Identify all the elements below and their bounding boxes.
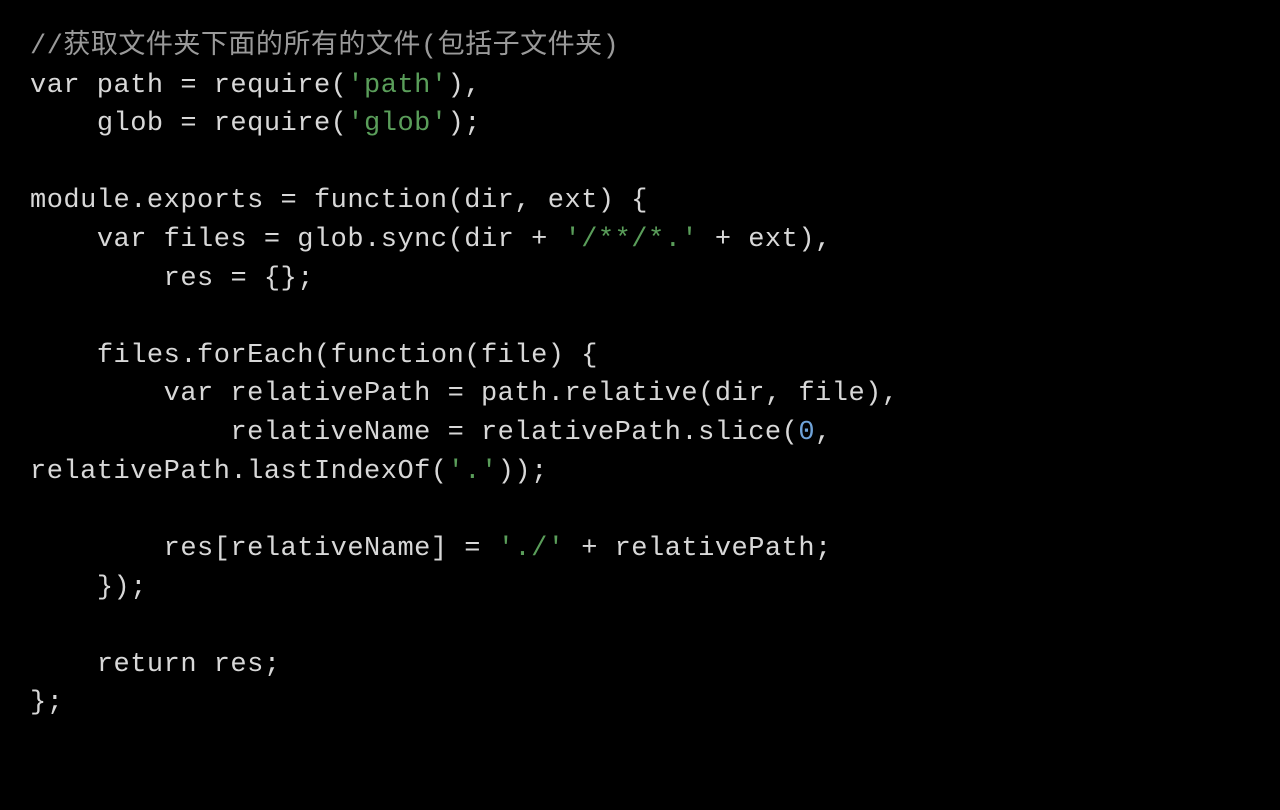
code-token: ( bbox=[448, 225, 465, 255]
code-token: sync bbox=[381, 225, 448, 255]
code-token: = bbox=[448, 379, 465, 409]
code-token: . bbox=[364, 225, 381, 255]
code-token: = bbox=[180, 109, 197, 139]
code-token: ), bbox=[448, 71, 481, 101]
code-token: glob bbox=[30, 109, 180, 139]
code-token: return bbox=[97, 650, 197, 680]
code-token: relativePath bbox=[30, 457, 230, 487]
code-token: )); bbox=[498, 457, 548, 487]
code-token: ) { bbox=[548, 341, 598, 371]
code-token: relativeName bbox=[30, 418, 448, 448]
code-token: 'path' bbox=[347, 71, 447, 101]
code-token: res bbox=[30, 264, 230, 294]
code-token: {}; bbox=[247, 264, 314, 294]
code-token: . bbox=[681, 418, 698, 448]
code-token: function bbox=[331, 341, 465, 371]
code-token: }); bbox=[30, 573, 147, 603]
code-token: ext bbox=[748, 225, 798, 255]
code-token: ) { bbox=[598, 186, 648, 216]
code-token: relative bbox=[565, 379, 699, 409]
code-token: = bbox=[230, 264, 247, 294]
code-token: path bbox=[80, 71, 180, 101]
code-token: ( bbox=[331, 109, 348, 139]
code-token bbox=[197, 109, 214, 139]
code-token: dir bbox=[464, 225, 514, 255]
code-token bbox=[464, 418, 481, 448]
code-token: , bbox=[514, 186, 547, 216]
code-token: }; bbox=[30, 688, 63, 718]
code-token: file bbox=[798, 379, 865, 409]
code-token: + bbox=[698, 225, 748, 255]
code-token: 'glob' bbox=[347, 109, 447, 139]
code-token: forEach bbox=[197, 341, 314, 371]
code-token: dir bbox=[715, 379, 765, 409]
code-token: slice bbox=[698, 418, 782, 448]
code-token: '.' bbox=[448, 457, 498, 487]
code-token: ( bbox=[331, 71, 348, 101]
code-token: files bbox=[97, 341, 181, 371]
code-token: relativeName bbox=[230, 534, 430, 564]
code-token bbox=[481, 534, 498, 564]
code-token: files bbox=[147, 225, 264, 255]
code-token: + bbox=[514, 225, 564, 255]
code-token: . bbox=[230, 457, 247, 487]
code-token: path bbox=[481, 379, 548, 409]
code-token: = bbox=[180, 71, 197, 101]
code-token bbox=[30, 341, 97, 371]
code-token: lastIndexOf bbox=[247, 457, 431, 487]
code-token: exports bbox=[147, 186, 264, 216]
code-token: ( bbox=[698, 379, 715, 409]
code-token: var bbox=[30, 71, 80, 101]
code-token: + bbox=[565, 534, 615, 564]
code-token: relativePath bbox=[214, 379, 448, 409]
code-token: relativePath bbox=[615, 534, 815, 564]
code-token: res[ bbox=[30, 534, 230, 564]
code-token: var bbox=[97, 225, 147, 255]
code-token bbox=[281, 225, 298, 255]
code-token: require bbox=[214, 109, 331, 139]
code-token: ( bbox=[782, 418, 799, 448]
code-token: res; bbox=[197, 650, 281, 680]
code-token: 0 bbox=[798, 418, 815, 448]
code-token: ); bbox=[448, 109, 481, 139]
code-token: module bbox=[30, 186, 130, 216]
code-token: ( bbox=[448, 186, 465, 216]
code-token: = bbox=[264, 186, 314, 216]
code-token: = bbox=[448, 418, 465, 448]
code-token: = bbox=[464, 534, 481, 564]
code-token: dir bbox=[464, 186, 514, 216]
code-token: ; bbox=[815, 534, 832, 564]
code-token: relativePath bbox=[481, 418, 681, 448]
code-token: ext bbox=[548, 186, 598, 216]
code-token: , bbox=[765, 379, 798, 409]
code-token: , bbox=[815, 418, 848, 448]
code-token: . bbox=[130, 186, 147, 216]
code-token: //获取文件夹下面的所有的文件(包括子文件夹) bbox=[30, 32, 619, 62]
code-token: = bbox=[264, 225, 281, 255]
code-token: var bbox=[164, 379, 214, 409]
code-token: function bbox=[314, 186, 448, 216]
code-token: require bbox=[214, 71, 331, 101]
code-token: '/**/*.' bbox=[565, 225, 699, 255]
code-token bbox=[30, 379, 164, 409]
code-token: . bbox=[548, 379, 565, 409]
code-token: ( bbox=[431, 457, 448, 487]
code-token bbox=[30, 225, 97, 255]
code-token bbox=[197, 71, 214, 101]
code-token: ] bbox=[431, 534, 464, 564]
code-token: ( bbox=[314, 341, 331, 371]
code-token: ( bbox=[464, 341, 481, 371]
code-token: glob bbox=[297, 225, 364, 255]
code-token bbox=[464, 379, 481, 409]
code-token: . bbox=[180, 341, 197, 371]
code-token: ), bbox=[865, 379, 898, 409]
code-token: ), bbox=[798, 225, 831, 255]
code-token bbox=[30, 650, 97, 680]
code-token: './' bbox=[498, 534, 565, 564]
code-token: file bbox=[481, 341, 548, 371]
code-block: //获取文件夹下面的所有的文件(包括子文件夹) var path = requi… bbox=[30, 28, 1250, 723]
